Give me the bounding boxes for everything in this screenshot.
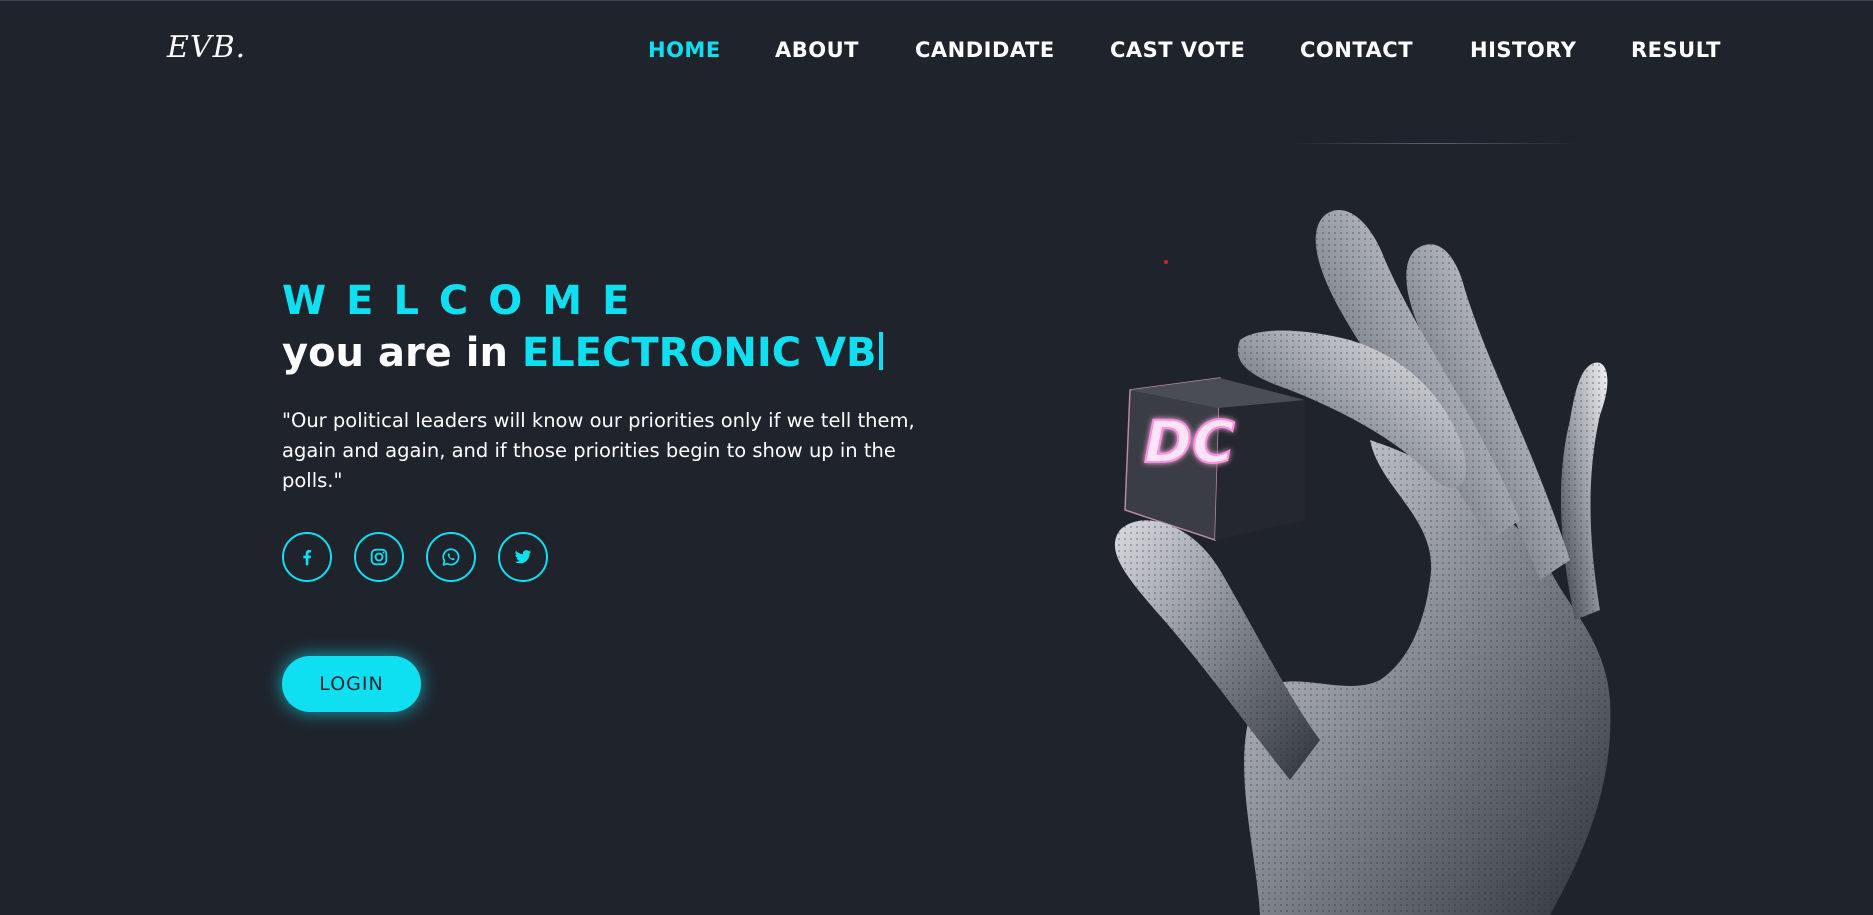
nav-contact[interactable]: CONTACT — [1300, 38, 1413, 62]
nav-about[interactable]: ABOUT — [775, 38, 859, 62]
instagram-link[interactable] — [354, 532, 404, 582]
nav-home[interactable]: HOME — [648, 38, 721, 62]
typing-cursor — [878, 332, 883, 370]
nav-result[interactable]: RESULT — [1631, 38, 1721, 62]
page: EVB. HOME ABOUT CANDIDATE CAST VOTE CONT… — [0, 0, 1873, 915]
hero-quote: "Our political leaders will know our pri… — [282, 409, 915, 492]
instagram-icon — [370, 548, 388, 566]
nav-candidate[interactable]: CANDIDATE — [915, 38, 1055, 62]
main-nav: HOME ABOUT CANDIDATE CAST VOTE CONTACT H… — [0, 38, 1873, 68]
twitter-link[interactable] — [498, 532, 548, 582]
nav-cast-vote[interactable]: CAST VOTE — [1110, 38, 1245, 62]
whatsapp-link[interactable] — [426, 532, 476, 582]
nav-history[interactable]: HISTORY — [1470, 38, 1576, 62]
facebook-link[interactable] — [282, 532, 332, 582]
twitter-icon — [514, 550, 532, 564]
headline-accent: ELECTRONIC VB — [521, 330, 877, 376]
whatsapp-icon — [442, 548, 460, 566]
hero-headline: you are in ELECTRONIC VB — [282, 330, 883, 376]
headline-prefix: you are in — [282, 330, 522, 376]
welcome-heading: WELCOME — [282, 278, 650, 324]
hand-holding-cube-illustration: DC — [1114, 210, 1611, 915]
facebook-icon — [303, 549, 312, 566]
login-button[interactable]: LOGIN — [282, 656, 421, 712]
top-divider — [0, 0, 1873, 1]
cube-label: DC — [1144, 408, 1235, 476]
